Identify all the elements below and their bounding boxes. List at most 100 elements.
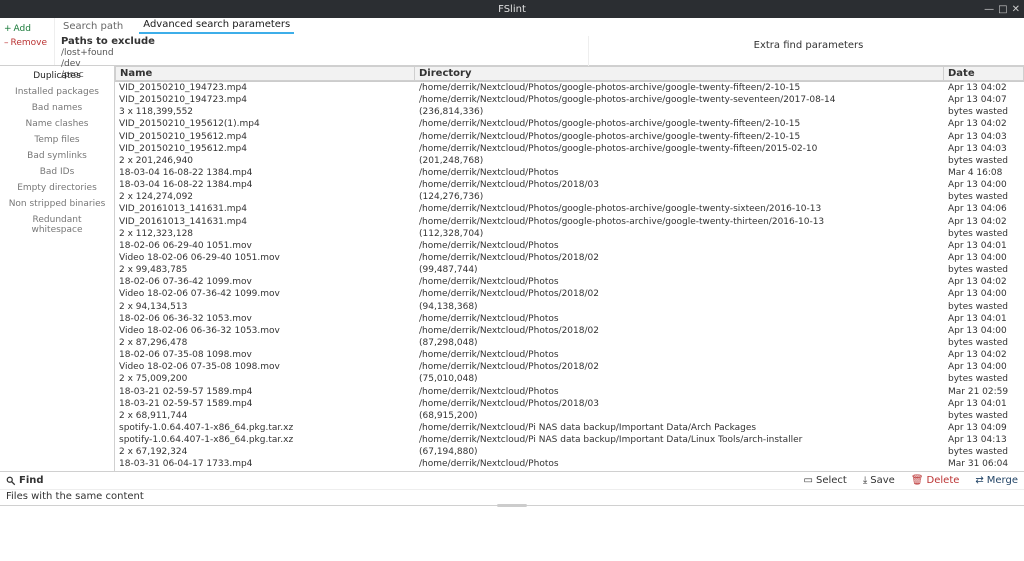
table-row[interactable]: 18-03-04 16-08-22 1384.mp4/home/derrik/N… — [115, 167, 1024, 179]
table-row[interactable]: 2 x 67,192,324(67,194,880)bytes wasted — [115, 446, 1024, 458]
cell-directory: /home/derrik/Nextcloud/Photos/2018/03 — [415, 398, 944, 410]
table-row[interactable]: VID_20150210_195612.mp4/home/derrik/Next… — [115, 131, 1024, 143]
add-button[interactable]: + Add — [4, 24, 50, 34]
cell-name: 18-03-04 16-08-22 1384.mp4 — [115, 179, 415, 191]
cell-directory: (75,010,048) — [415, 373, 944, 385]
table-row[interactable]: 18-03-04 16-08-22 1384.mp4/home/derrik/N… — [115, 179, 1024, 191]
sidebar-item-bad-names[interactable]: Bad names — [0, 100, 114, 116]
sidebar-item-installed-packages[interactable]: Installed packages — [0, 84, 114, 100]
sidebar-item-duplicates[interactable]: Duplicates — [0, 68, 114, 84]
merge-button[interactable]: ⇄ Merge — [975, 475, 1018, 486]
delete-button[interactable]: 🗑 Delete — [911, 475, 960, 486]
table-row[interactable]: 2 x 99,483,785(99,487,744)bytes wasted — [115, 264, 1024, 276]
cell-name: Video 18-02-06 06-29-40 1051.mov — [115, 252, 415, 264]
col-header-directory[interactable]: Directory — [415, 66, 944, 81]
table-row[interactable]: VID_20150210_195612.mp4/home/derrik/Next… — [115, 143, 1024, 155]
table-row[interactable]: 18-02-06 07-35-08 1098.mov/home/derrik/N… — [115, 349, 1024, 361]
table-row[interactable]: Video 18-02-06 06-36-32 1053.mov/home/de… — [115, 325, 1024, 337]
cell-name: 2 x 87,296,478 — [115, 337, 415, 349]
table-row[interactable]: 18-03-21 02-59-57 1589.mp4/home/derrik/N… — [115, 398, 1024, 410]
close-icon[interactable]: ✕ — [1012, 4, 1020, 15]
results-rows[interactable]: VID_20150210_194723.mp4/home/derrik/Next… — [115, 82, 1024, 471]
table-row[interactable]: VID_20161013_141631.mp4/home/derrik/Next… — [115, 216, 1024, 228]
table-row[interactable]: 2 x 87,296,478(87,298,048)bytes wasted — [115, 337, 1024, 349]
cell-directory: (67,194,880) — [415, 446, 944, 458]
table-row[interactable]: VID_20150210_194723.mp4/home/derrik/Next… — [115, 82, 1024, 94]
cell-date: bytes wasted — [944, 228, 1024, 240]
table-row[interactable]: 2 x 112,323,128(112,328,704)bytes wasted — [115, 228, 1024, 240]
cell-name: 18-02-06 07-35-08 1098.mov — [115, 349, 415, 361]
sidebar-item-name-clashes[interactable]: Name clashes — [0, 116, 114, 132]
table-row[interactable]: 18-02-06 06-36-32 1053.mov/home/derrik/N… — [115, 313, 1024, 325]
sidebar: DuplicatesInstalled packagesBad namesNam… — [0, 66, 115, 471]
table-row[interactable]: 3 x 118,399,552(236,814,336)bytes wasted — [115, 106, 1024, 118]
cell-directory: (201,248,768) — [415, 155, 944, 167]
cell-name: VID_20161013_141631.mp4 — [115, 216, 415, 228]
table-row[interactable]: 2 x 124,274,092(124,276,736)bytes wasted — [115, 191, 1024, 203]
table-row[interactable]: spotify-1.0.64.407-1-x86_64.pkg.tar.xz/h… — [115, 422, 1024, 434]
table-row[interactable]: 18-03-31 06-04-17 1733.mp4/home/derrik/N… — [115, 458, 1024, 470]
cell-name: 2 x 67,192,324 — [115, 446, 415, 458]
cell-date: Apr 13 04:02 — [944, 349, 1024, 361]
table-row[interactable]: 18-02-06 06-29-40 1051.mov/home/derrik/N… — [115, 240, 1024, 252]
sidebar-item-non-stripped-binaries[interactable]: Non stripped binaries — [0, 196, 114, 212]
cell-date: Apr 13 04:06 — [944, 203, 1024, 215]
cell-directory: /home/derrik/Nextcloud/Photos/google-pho… — [415, 94, 944, 106]
table-row[interactable]: VID_20150210_194723.mp4/home/derrik/Next… — [115, 94, 1024, 106]
cell-date: Apr 13 04:01 — [944, 398, 1024, 410]
sidebar-item-empty-directories[interactable]: Empty directories — [0, 180, 114, 196]
cell-directory: /home/derrik/Nextcloud/Photos/2018/02 — [415, 252, 944, 264]
table-row[interactable]: 2 x 68,911,744(68,915,200)bytes wasted — [115, 410, 1024, 422]
table-row[interactable]: 2 x 75,009,200(75,010,048)bytes wasted — [115, 373, 1024, 385]
titlebar: FSlint — □ ✕ — [0, 0, 1024, 18]
table-row[interactable]: VID_20161013_141631.mp4/home/derrik/Next… — [115, 203, 1024, 215]
cell-directory: /home/derrik/Nextcloud/Photos/google-pho… — [415, 203, 944, 215]
exclude-path-item[interactable]: /lost+found — [61, 48, 568, 59]
cell-name: VID_20161013_141631.mp4 — [115, 203, 415, 215]
cell-directory: /home/derrik/Nextcloud/Photos/google-pho… — [415, 118, 944, 130]
cell-name: 18-03-21 02-59-57 1589.mp4 — [115, 398, 415, 410]
table-row[interactable]: spotify-1.0.64.407-1-x86_64.pkg.tar.xz/h… — [115, 434, 1024, 446]
find-button[interactable]: Find — [6, 475, 44, 486]
resize-handle[interactable] — [497, 504, 527, 507]
table-row[interactable]: 2 x 94,134,513(94,138,368)bytes wasted — [115, 301, 1024, 313]
save-icon: ⤓ — [863, 475, 867, 486]
cell-directory: /home/derrik/Nextcloud/Photos/google-pho… — [415, 131, 944, 143]
cell-date: bytes wasted — [944, 191, 1024, 203]
cell-name: 2 x 75,009,200 — [115, 373, 415, 385]
cell-name: VID_20150210_195612.mp4 — [115, 143, 415, 155]
sidebar-item-bad-ids[interactable]: Bad IDs — [0, 164, 114, 180]
cell-name: VID_20150210_194723.mp4 — [115, 82, 415, 94]
cell-name: 2 x 68,911,744 — [115, 410, 415, 422]
save-button[interactable]: ⤓ Save — [863, 475, 895, 486]
cell-name: 18-03-21 02-59-57 1589.mp4 — [115, 386, 415, 398]
table-row[interactable]: 18-03-21 02-59-57 1589.mp4/home/derrik/N… — [115, 386, 1024, 398]
cell-name: spotify-1.0.64.407-1-x86_64.pkg.tar.xz — [115, 434, 415, 446]
minimize-icon[interactable]: — — [984, 4, 994, 15]
sidebar-item-redundant-whitespace[interactable]: Redundant whitespace — [0, 212, 114, 238]
table-row[interactable]: Video 18-02-06 06-29-40 1051.mov/home/de… — [115, 252, 1024, 264]
tab-advanced-search[interactable]: Advanced search parameters — [139, 17, 294, 34]
tab-search-path[interactable]: Search path — [59, 19, 127, 34]
select-button[interactable]: ▭ Select — [804, 475, 847, 486]
cell-directory: /home/derrik/Nextcloud/Photos — [415, 386, 944, 398]
cell-directory: (124,276,736) — [415, 191, 944, 203]
table-row[interactable]: Video 18-02-06 07-36-42 1099.mov/home/de… — [115, 288, 1024, 300]
cell-directory: /home/derrik/Nextcloud/Photos — [415, 458, 944, 470]
cell-name: VID_20150210_195612.mp4 — [115, 131, 415, 143]
col-header-name[interactable]: Name — [115, 66, 415, 81]
table-row[interactable]: 18-02-06 07-36-42 1099.mov/home/derrik/N… — [115, 276, 1024, 288]
cell-directory: /home/derrik/Nextcloud/Photos — [415, 240, 944, 252]
cell-name: 2 x 99,483,785 — [115, 264, 415, 276]
table-row[interactable]: VID_20150210_195612(1).mp4/home/derrik/N… — [115, 118, 1024, 130]
table-row[interactable]: 2 x 201,246,940(201,248,768)bytes wasted — [115, 155, 1024, 167]
table-row[interactable]: Video 18-02-06 07-35-08 1098.mov/home/de… — [115, 361, 1024, 373]
col-header-date[interactable]: Date — [944, 66, 1024, 81]
remove-button[interactable]: – Remove — [4, 38, 50, 48]
cell-directory: (94,138,368) — [415, 301, 944, 313]
sidebar-item-bad-symlinks[interactable]: Bad symlinks — [0, 148, 114, 164]
maximize-icon[interactable]: □ — [998, 4, 1007, 15]
sidebar-item-temp-files[interactable]: Temp files — [0, 132, 114, 148]
cell-directory: /home/derrik/Nextcloud/Photos/google-pho… — [415, 82, 944, 94]
cell-date: Apr 13 04:01 — [944, 240, 1024, 252]
